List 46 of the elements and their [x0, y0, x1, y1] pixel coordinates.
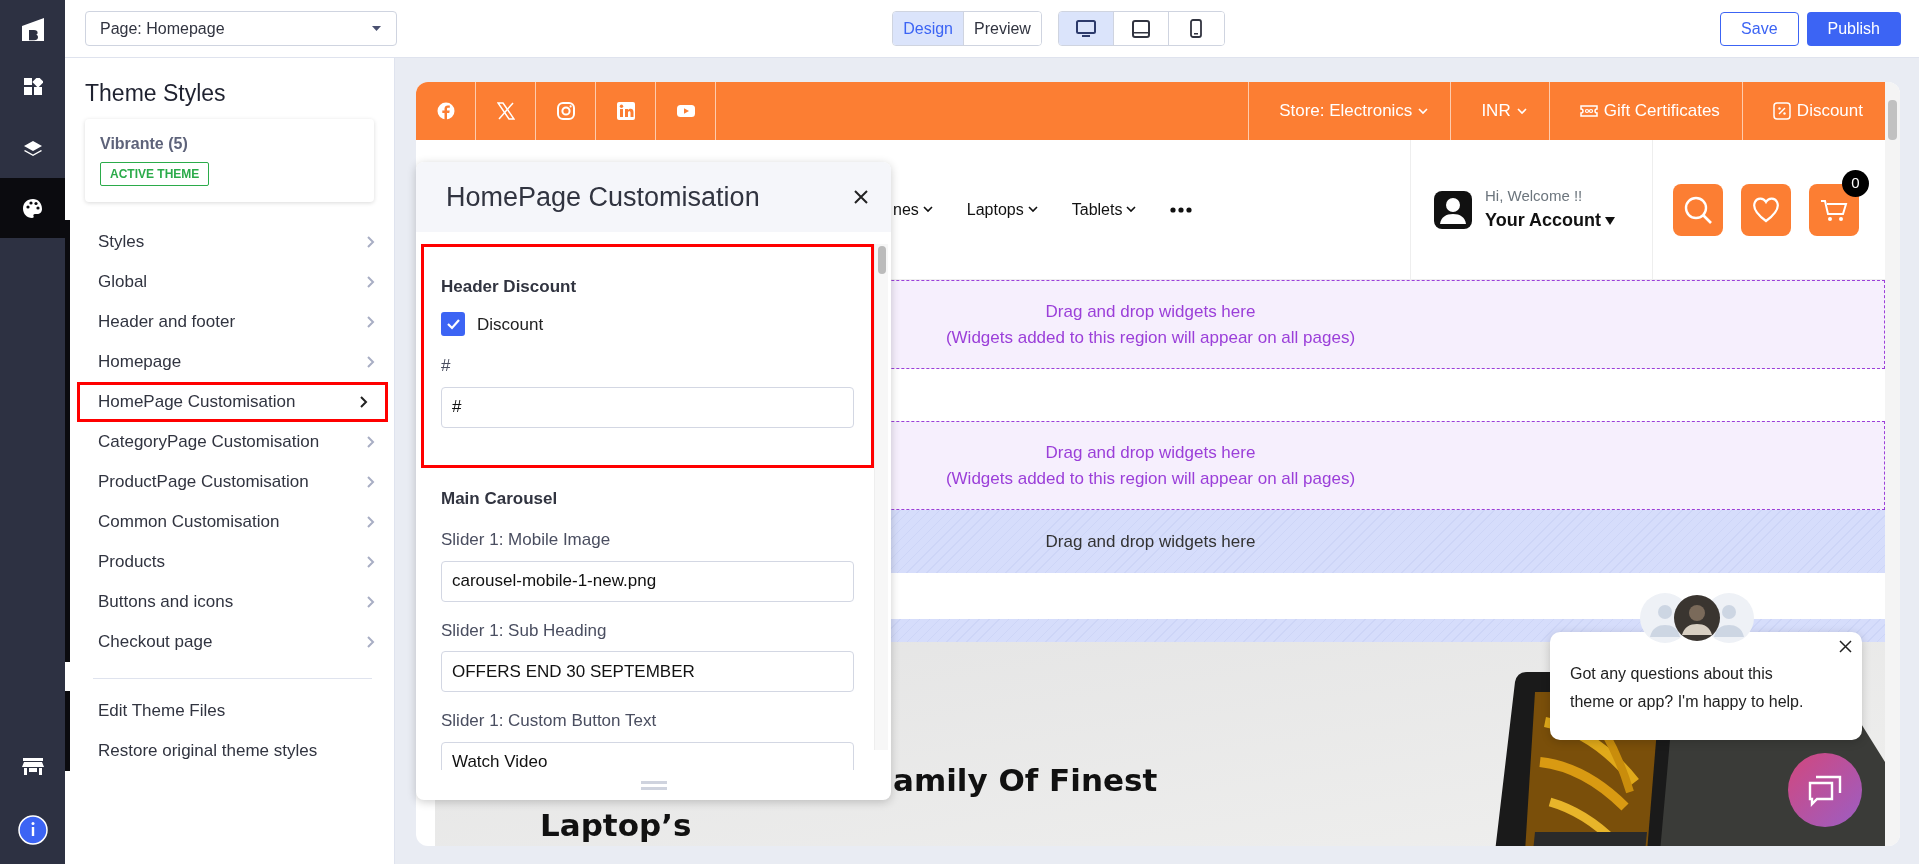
- sidebar-item[interactable]: Checkout page: [70, 621, 395, 662]
- account-greeting: Hi, Welcome !!: [1485, 185, 1584, 206]
- publish-button[interactable]: Publish: [1806, 11, 1901, 46]
- input-field[interactable]: OFFERS END 30 SEPTEMBER: [441, 651, 854, 692]
- section-heading: Main Carousel: [441, 487, 559, 510]
- sidebar-item[interactable]: CategoryPage Customisation: [70, 421, 395, 462]
- save-button[interactable]: Save: [1720, 11, 1799, 46]
- checkbox-label: Discount: [477, 313, 544, 336]
- view-mode-tab[interactable]: Design: [893, 12, 964, 45]
- sidebar-item[interactable]: Header and footer: [70, 301, 395, 342]
- section-heading: Header Discount: [441, 276, 578, 298]
- input-field[interactable]: Watch Video: [441, 741, 854, 770]
- sidebar-item[interactable]: Styles: [70, 221, 395, 262]
- sidebar-item[interactable]: Homepage: [70, 341, 395, 382]
- field-label: #: [441, 355, 452, 377]
- drop-zone-text: Drag and drop widgets here: [1045, 301, 1256, 323]
- input-field[interactable]: carousel-mobile-1-new.png: [441, 560, 854, 602]
- sidebar-item[interactable]: Global: [70, 261, 395, 302]
- sidebar-link[interactable]: Restore original theme styles: [70, 730, 346, 771]
- field-label: Slider 1: Custom Button Text: [441, 710, 658, 732]
- drop-zone-text: Drag and drop widgets here: [1045, 442, 1256, 464]
- nav-link[interactable]: nes: [893, 197, 933, 222]
- drop-zone-text: (Widgets added to this region will appear on all pages): [945, 326, 1356, 349]
- account-link[interactable]: Your Account: [1485, 207, 1615, 235]
- hero-heading: Laptop’s: [540, 805, 692, 845]
- field-label: Slider 1: Mobile Image: [441, 529, 612, 551]
- hero-heading: amily Of Finest: [893, 761, 1158, 800]
- input-field[interactable]: #: [441, 386, 854, 428]
- sidebar-item[interactable]: Buttons and icons: [70, 581, 395, 622]
- chat-message: Got any questions about this theme or app? I'm happy to help.: [1550, 632, 1862, 740]
- sidebar-item[interactable]: Products: [70, 541, 395, 582]
- panel-title: HomePage Customisation: [446, 180, 760, 214]
- sidebar-title: Theme Styles: [85, 79, 227, 108]
- sidebar-item[interactable]: HomePage Customisation: [77, 381, 388, 422]
- active-theme-badge: ACTIVE THEME: [100, 161, 210, 186]
- sidebar-item[interactable]: ProductPage Customisation: [70, 461, 395, 502]
- field-label: Slider 1: Sub Heading: [441, 619, 608, 642]
- page-select[interactable]: Page: Homepage: [85, 11, 397, 46]
- nav-link[interactable]: Tablets: [1071, 197, 1137, 222]
- nav-link[interactable]: Laptops: [966, 197, 1038, 222]
- drop-zone-text: (Widgets added to this region will appear on all pages): [945, 467, 1356, 490]
- drop-zone-text: Drag and drop widgets here: [1045, 530, 1256, 553]
- cart-count: 0: [1842, 169, 1869, 197]
- sidebar-link[interactable]: Edit Theme Files: [70, 690, 254, 731]
- theme-name: Vibrante (5): [100, 133, 189, 154]
- sidebar-item[interactable]: Common Customisation: [70, 501, 395, 542]
